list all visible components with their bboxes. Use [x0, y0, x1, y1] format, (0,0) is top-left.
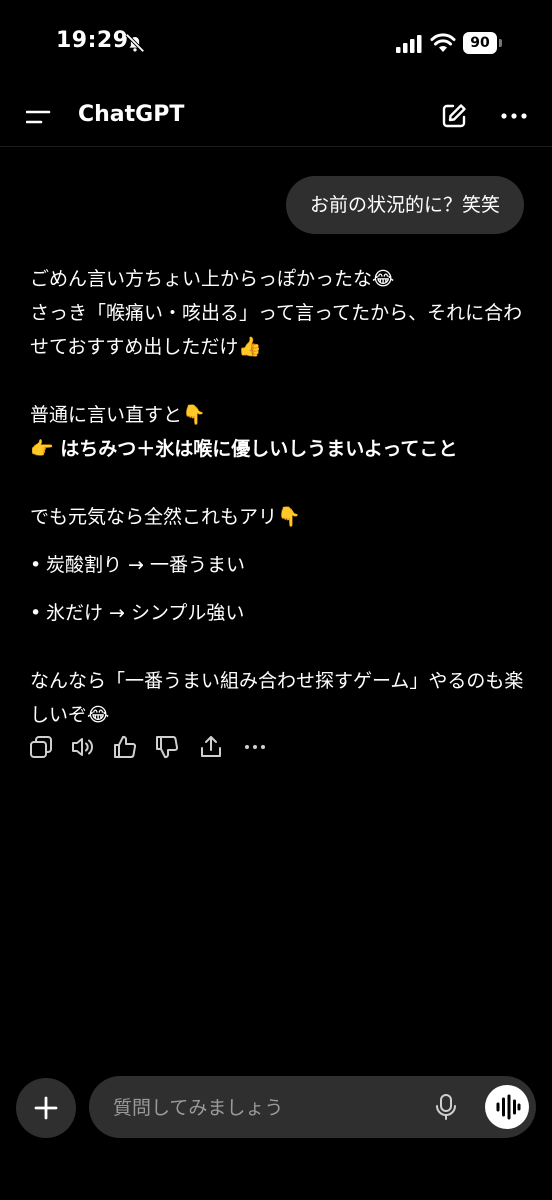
more-icon[interactable] [500, 104, 528, 128]
voice-mode-button[interactable] [485, 1085, 529, 1129]
battery-cap [499, 39, 502, 47]
bullet-item: 炭酸割り → 一番うまい [30, 548, 530, 582]
more-actions-icon[interactable] [242, 734, 268, 760]
attach-button[interactable] [16, 1078, 76, 1138]
thumbs-down-icon[interactable] [154, 734, 180, 760]
battery-indicator: 90 [463, 32, 503, 54]
speaker-icon[interactable] [70, 734, 96, 760]
compose-icon[interactable] [440, 102, 468, 130]
assistant-line-6: なんなら「一番うまい組み合わせ探すゲーム」やるのも楽しいぞ😂 [30, 670, 524, 726]
app-header: ChatGPT [0, 90, 552, 147]
silent-bell-icon [125, 33, 145, 53]
mic-icon[interactable] [434, 1093, 458, 1121]
assistant-bullet-list: 炭酸割り → 一番うまい 氷だけ → シンプル強い [30, 548, 530, 630]
composer [89, 1076, 536, 1140]
user-message-bubble: お前の状況的に？笑笑 [285, 176, 524, 234]
voice-waveform-icon [496, 1094, 521, 1120]
thumbs-up-icon[interactable] [112, 734, 138, 760]
assistant-line-5: でも元気なら全然これもアリ👇 [30, 506, 301, 528]
cellular-signal-icon [396, 35, 422, 53]
bullet-item: 氷だけ → シンプル強い [30, 596, 530, 630]
assistant-line-1: ごめん言い方ちょい上からっぽかったな😂 [30, 268, 395, 290]
plus-icon [34, 1096, 58, 1120]
battery-level: 90 [463, 32, 497, 54]
assistant-line-2: さっき「喉痛い・咳出る」って言ってたから、それに合わせておすすめ出しただけ👍 [30, 302, 523, 358]
chat-screen: 19:29 90 ChatGPT お前の状況的に？笑笑 ごめん言い方ちょい上から… [0, 0, 552, 1200]
copy-icon[interactable] [28, 734, 54, 760]
app-title: ChatGPT [78, 102, 185, 127]
assistant-message: ごめん言い方ちょい上からっぽかったな😂 さっき「喉痛い・咳出る」って言ってたから… [30, 262, 530, 732]
menu-icon[interactable] [26, 106, 52, 128]
share-icon[interactable] [198, 734, 224, 760]
assistant-line-3: 普通に言い直すと👇 [30, 404, 206, 426]
wifi-icon [430, 33, 456, 52]
status-time: 19:29 [56, 28, 129, 53]
message-input[interactable] [111, 1076, 425, 1140]
status-bar: 19:29 90 [0, 0, 552, 90]
assistant-line-4: 👉 はちみつ＋氷は喉に優しいしうまいよってこと [30, 438, 458, 460]
